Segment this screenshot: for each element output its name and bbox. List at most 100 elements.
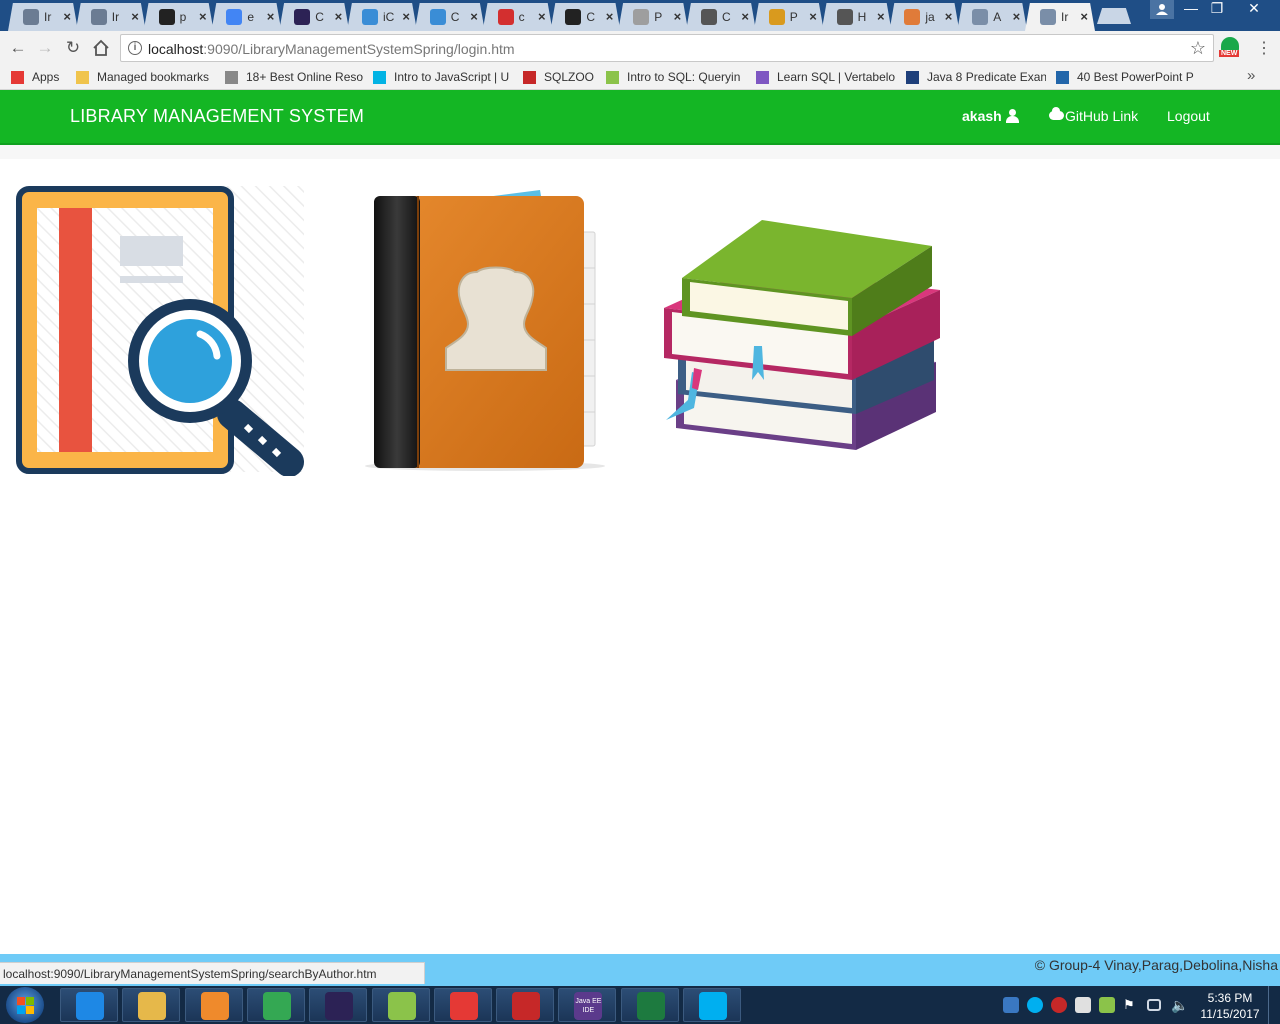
taskbar-eclipse[interactable] xyxy=(309,988,368,1022)
minimize-window-button[interactable]: — xyxy=(1177,0,1205,19)
github-link[interactable]: GitHub Link xyxy=(1049,107,1138,124)
bookmark-item[interactable]: Learn SQL | Vertabelo xyxy=(756,69,896,86)
browser-menu-icon[interactable]: ⋮ xyxy=(1256,38,1272,58)
eclipse-icon xyxy=(325,992,354,1020)
back-icon[interactable]: ← xyxy=(7,37,29,59)
bookmark-label: 40 Best PowerPoint P xyxy=(1077,70,1194,84)
close-tab-icon[interactable]: × xyxy=(809,9,817,24)
taskbar-star-app[interactable] xyxy=(496,988,555,1022)
tray-flag-icon[interactable]: ⚑ xyxy=(1123,997,1139,1013)
bookmark-item[interactable]: 40 Best PowerPoint P xyxy=(1056,69,1196,86)
page-icon xyxy=(633,9,650,25)
browser-tab[interactable]: A × xyxy=(957,3,1028,31)
close-tab-icon[interactable]: × xyxy=(945,9,953,24)
username: akash xyxy=(962,108,1002,124)
taskbar-excel[interactable] xyxy=(620,988,679,1022)
profile-icon[interactable] xyxy=(1150,0,1174,19)
tray-shield-icon[interactable] xyxy=(1099,997,1115,1013)
taskbar-internet-explorer[interactable] xyxy=(60,988,118,1022)
address-book-tile[interactable] xyxy=(350,188,612,472)
browser-tab[interactable]: C × xyxy=(414,3,485,31)
tray-network-icon[interactable] xyxy=(1003,997,1019,1013)
close-tab-icon[interactable]: × xyxy=(606,9,614,24)
taskbar-java-ee-ide[interactable]: Java EE IDE xyxy=(558,988,617,1022)
bookmark-item[interactable]: SQLZOO xyxy=(523,69,598,86)
restore-window-button[interactable]: ❐ xyxy=(1203,0,1231,19)
browser-tab[interactable]: C × xyxy=(550,3,621,31)
vertabelo-icon xyxy=(756,71,769,84)
info-icon[interactable]: i xyxy=(128,41,142,55)
bookmark-item[interactable]: Java 8 Predicate Exan xyxy=(906,69,1046,86)
extension-new-icon[interactable]: NEW xyxy=(1219,37,1241,59)
app-brand[interactable]: LIBRARY MANAGEMENT SYSTEM xyxy=(70,106,364,127)
browser-tab[interactable]: c × xyxy=(482,3,553,31)
browser-tab[interactable]: iC × xyxy=(347,3,417,31)
bookmark-item[interactable]: Intro to SQL: Queryin xyxy=(606,69,746,86)
address-url[interactable]: localhost:9090/LibraryManagementSystemSp… xyxy=(148,41,515,57)
close-tab-icon[interactable]: × xyxy=(335,9,343,24)
close-tab-icon[interactable]: × xyxy=(63,9,71,24)
close-tab-icon[interactable]: × xyxy=(1080,9,1088,24)
more-bookmarks-icon[interactable]: » xyxy=(1247,67,1255,84)
close-window-button[interactable]: ✕ xyxy=(1238,0,1270,19)
close-tab-icon[interactable]: × xyxy=(877,9,885,24)
new-tab-button[interactable] xyxy=(1097,8,1131,24)
bookmark-item[interactable]: 18+ Best Online Reso xyxy=(225,69,363,86)
taskbar-notepad-plus-plus[interactable] xyxy=(371,988,430,1022)
tray-app-icon[interactable] xyxy=(1075,997,1091,1013)
tray-skype-icon[interactable] xyxy=(1027,997,1043,1013)
browser-tab[interactable]: e × xyxy=(211,3,282,31)
browser-tab[interactable]: Ir × xyxy=(75,3,146,31)
close-tab-icon[interactable]: × xyxy=(470,9,478,24)
browser-tab[interactable]: C × xyxy=(686,3,756,31)
taskbar-skype[interactable] xyxy=(683,988,741,1022)
browser-tab[interactable]: P × xyxy=(618,3,689,31)
home-icon[interactable] xyxy=(90,37,112,59)
browser-tab[interactable]: C × xyxy=(279,3,350,31)
user-menu[interactable]: akash xyxy=(962,108,1019,124)
tray-antivirus-icon[interactable] xyxy=(1051,997,1067,1013)
browser-tab[interactable]: Ir × xyxy=(8,3,78,31)
browser-tab[interactable]: P × xyxy=(753,3,824,31)
browser-tab[interactable]: H × xyxy=(821,3,892,31)
bookmark-star-icon[interactable]: ☆ xyxy=(1190,38,1206,59)
apps-grid-icon xyxy=(11,71,24,84)
bookmark-item[interactable]: Apps xyxy=(11,69,67,86)
taskbar-sourcetree[interactable] xyxy=(433,988,492,1022)
taskbar-file-explorer[interactable] xyxy=(122,988,181,1022)
close-tab-icon[interactable]: × xyxy=(267,9,275,24)
reload-icon[interactable]: ↻ xyxy=(62,37,84,59)
close-tab-icon[interactable]: × xyxy=(674,9,682,24)
close-tab-icon[interactable]: × xyxy=(402,9,410,24)
close-tab-icon[interactable]: × xyxy=(1013,9,1021,24)
t-icon xyxy=(836,9,853,25)
close-tab-icon[interactable]: × xyxy=(199,9,207,24)
browser-tab[interactable]: Ir × xyxy=(1025,3,1095,31)
puzzle-icon xyxy=(972,9,989,25)
logout-link[interactable]: Logout xyxy=(1167,108,1210,124)
address-bar[interactable]: i localhost:9090/LibraryManagementSystem… xyxy=(120,34,1214,62)
status-url-text: localhost:9090/LibraryManagementSystemSp… xyxy=(3,967,377,981)
status-bar-url: localhost:9090/LibraryManagementSystemSp… xyxy=(0,962,425,984)
browser-tab[interactable]: p × xyxy=(143,3,214,31)
close-tab-icon[interactable]: × xyxy=(131,9,139,24)
browser-tab[interactable]: ja × xyxy=(889,3,960,31)
taskbar-media-player[interactable] xyxy=(184,988,243,1022)
close-tab-icon[interactable]: × xyxy=(741,9,749,24)
book-stack-tile[interactable] xyxy=(656,212,946,460)
puzzle-icon xyxy=(362,9,378,25)
screen: Ir × Ir × p × e × C × iC × C × c × C × P × C × P × H × ja × A × Ir × — … xyxy=(0,0,1280,1024)
show-desktop-button[interactable] xyxy=(1268,986,1280,1024)
folder-icon xyxy=(138,992,167,1020)
tab-title: e xyxy=(247,10,255,24)
tray-volume-icon[interactable]: 🔈 xyxy=(1171,997,1188,1013)
search-book-tile[interactable] xyxy=(14,186,306,477)
close-tab-icon[interactable]: × xyxy=(538,9,546,24)
tray-monitor-icon[interactable] xyxy=(1147,999,1161,1011)
start-button[interactable] xyxy=(6,987,44,1023)
bookmark-item[interactable]: Managed bookmarks xyxy=(76,69,216,86)
taskbar-chrome[interactable] xyxy=(246,988,305,1022)
bookmark-item[interactable]: Intro to JavaScript | U xyxy=(373,69,513,86)
forward-icon[interactable]: → xyxy=(34,37,56,59)
taskbar-clock[interactable]: 5:36 PM 11/15/2017 xyxy=(1196,990,1264,1022)
